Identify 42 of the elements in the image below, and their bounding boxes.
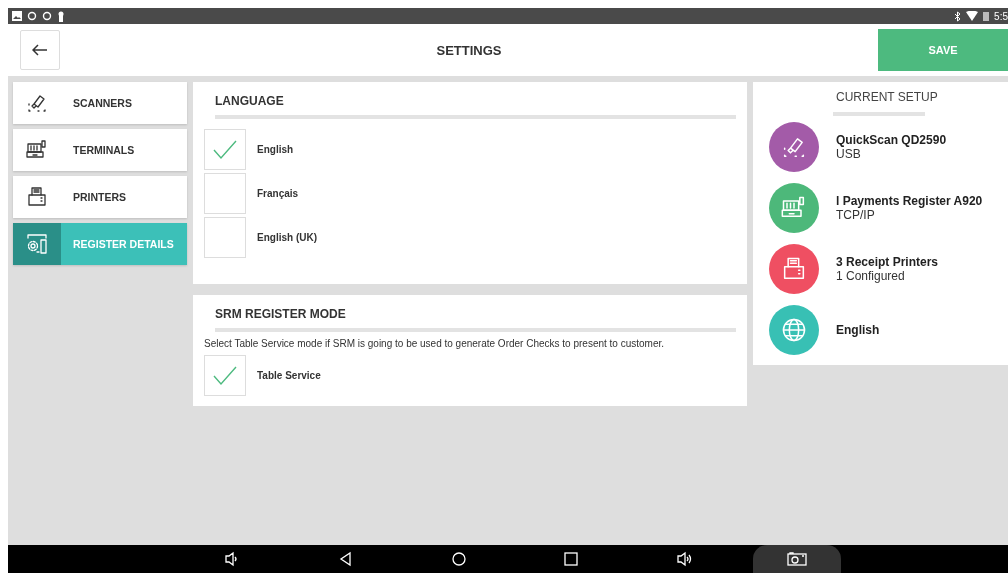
clock-time: 5:5 (994, 10, 1008, 22)
sidebar-item[interactable]: TERMINALS (13, 129, 187, 171)
option-label: Table Service (257, 370, 321, 381)
option-label: English (257, 144, 294, 155)
page-title: SETTINGS (435, 42, 503, 58)
option-label: English (UK) (257, 232, 317, 243)
back-button[interactable] (20, 30, 60, 70)
panel-title: CURRENT SETUP (835, 89, 939, 104)
sidebar-item[interactable]: SCANNERS (13, 82, 187, 124)
volume-down-icon[interactable] (224, 551, 240, 567)
printer-icon (25, 185, 49, 209)
sidebar-item[interactable]: PRINTERS (13, 176, 187, 218)
checkmark-icon (213, 365, 237, 386)
device-name: QuickScan QD2590 (836, 133, 947, 147)
wifi-icon (966, 11, 979, 21)
screenshot-button[interactable] (753, 545, 841, 573)
option-label: Français (257, 188, 299, 199)
gear-device-icon (25, 232, 49, 256)
device-detail: 1 Configured (836, 269, 906, 283)
device-detail: TCP/IP (836, 208, 876, 222)
checkbox[interactable] (204, 173, 246, 214)
back-icon[interactable] (338, 551, 354, 567)
image-icon (12, 11, 22, 21)
device-detail: USB (836, 147, 862, 161)
description-text: Select Table Service mode if SRM is going to be used to generate Order Checks to present to customer. (204, 338, 666, 349)
battery-icon (983, 11, 990, 21)
checkbox[interactable] (204, 129, 246, 170)
home-icon[interactable] (451, 551, 467, 567)
device-name: l Payments Register A920 (836, 194, 983, 208)
section-title: LANGUAGE (214, 93, 285, 109)
globe-icon (780, 316, 808, 344)
checkbox[interactable] (204, 217, 246, 258)
section-title: SRM REGISTER MODE (214, 306, 347, 322)
device-name: 3 Receipt Printers (836, 255, 939, 269)
bluetooth-icon (954, 10, 962, 22)
back-arrow-icon (32, 44, 48, 56)
volume-up-icon[interactable] (676, 551, 692, 567)
camera-icon (787, 552, 807, 566)
checkmark-icon (213, 139, 237, 160)
device-name: English (836, 323, 880, 337)
checkbox[interactable] (204, 355, 246, 396)
recents-icon[interactable] (563, 551, 579, 567)
